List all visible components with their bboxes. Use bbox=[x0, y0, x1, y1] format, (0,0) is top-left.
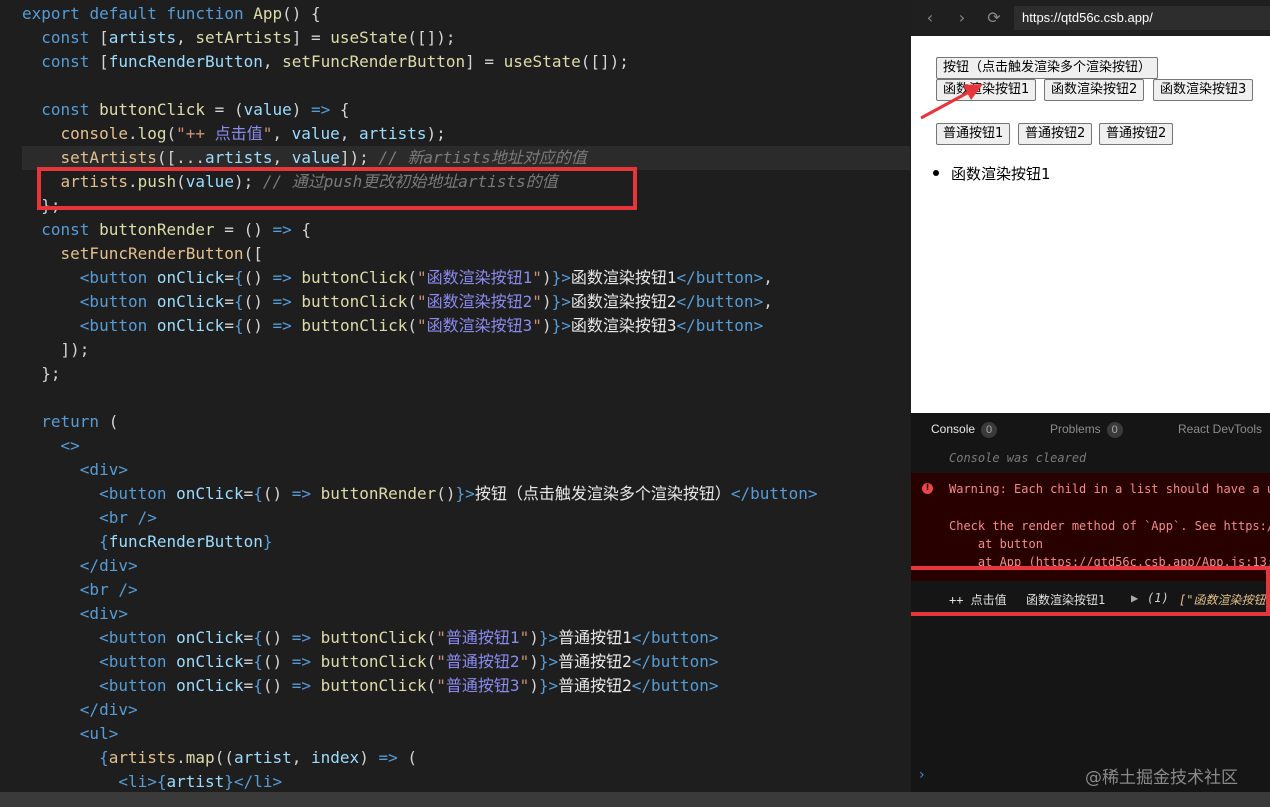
code-line: </div> bbox=[79, 556, 138, 575]
normal-button-2[interactable]: 普通按钮2 bbox=[1018, 123, 1093, 145]
code-line: <button onClick={() => buttonClick("函数渲染… bbox=[79, 316, 764, 335]
code-line: export default function App() { bbox=[22, 4, 321, 23]
tab-problems[interactable]: Problems 0 bbox=[1050, 421, 1123, 438]
code-line: <br /> bbox=[99, 508, 157, 527]
code-line: console.log("++ 点击值", value, artists); bbox=[60, 124, 446, 143]
code-line: <br /> bbox=[79, 580, 138, 599]
normal-button-3[interactable]: 普通按钮2 bbox=[1099, 123, 1174, 145]
code-line: <button onClick={() => buttonRender()}>按… bbox=[99, 484, 818, 503]
code-line: <li>{artist}</li> bbox=[118, 772, 283, 791]
console-panel: Console 0 Problems 0 React DevTools Consol… bbox=[911, 413, 1270, 792]
console-cleared-text: Console was cleared bbox=[949, 451, 1087, 465]
code-line: <button onClick={() => buttonClick("普通按钮… bbox=[99, 628, 719, 647]
preview-pane: ‹ › ⟳ https://qtd56c.csb.app/ 按钮（点击触发渲染多… bbox=[911, 0, 1270, 413]
code-line: </div> bbox=[79, 700, 138, 719]
code-line: {funcRenderButton} bbox=[99, 532, 273, 551]
refresh-icon[interactable]: ⟳ bbox=[985, 9, 1003, 27]
code-line: ]); bbox=[22, 340, 90, 359]
code-line: }; bbox=[22, 364, 61, 383]
func-render-button-2[interactable]: 函数渲染按钮2 bbox=[1044, 79, 1145, 101]
url-bar[interactable]: https://qtd56c.csb.app/ bbox=[1014, 6, 1270, 30]
status-bar bbox=[0, 792, 1270, 807]
code-line: const [artists, setArtists] = useState([… bbox=[41, 28, 456, 47]
back-icon[interactable]: ‹ bbox=[921, 9, 939, 27]
code-line: <button onClick={() => buttonClick("普通按钮… bbox=[99, 652, 719, 671]
code-line: const [funcRenderButton, setFuncRenderBu… bbox=[41, 52, 629, 71]
code-line: <button onClick={() => buttonClick("函数渲染… bbox=[79, 292, 773, 311]
code-line: <> bbox=[60, 436, 80, 455]
tab-react-devtools[interactable]: React DevTools bbox=[1178, 421, 1262, 437]
highlight-box-push-line bbox=[37, 167, 637, 210]
watermark: @稀土掘金技术社区 bbox=[1085, 768, 1238, 788]
console-prompt-icon[interactable]: › bbox=[919, 767, 925, 783]
code-line: <div> bbox=[79, 460, 128, 479]
browser-toolbar: ‹ › ⟳ https://qtd56c.csb.app/ bbox=[911, 0, 1270, 36]
code-line: setFuncRenderButton([ bbox=[60, 244, 263, 263]
code-line: <button onClick={() => buttonClick("普通按钮… bbox=[99, 676, 719, 695]
code-line: <div> bbox=[79, 604, 128, 623]
tab-console[interactable]: Console 0 bbox=[931, 421, 998, 438]
code-line: <ul> bbox=[79, 724, 119, 743]
highlight-box-log-row bbox=[911, 566, 1270, 616]
forward-icon[interactable]: › bbox=[953, 9, 971, 27]
code-line: return ( bbox=[41, 412, 119, 431]
code-editor[interactable]: export default function App() { const [a… bbox=[0, 0, 910, 792]
editor-gutter bbox=[0, 0, 22, 792]
console-warning: ! Warning: Each child in a list should h… bbox=[911, 473, 1270, 581]
red-arrow-icon bbox=[920, 84, 983, 120]
code-line: <button onClick={() => buttonClick("函数渲染… bbox=[79, 268, 773, 287]
code-line: const buttonClick = (value) => { bbox=[41, 100, 350, 119]
code-line: {artists.map((artist, index) => ( bbox=[99, 748, 417, 767]
error-icon: ! bbox=[922, 483, 933, 494]
code-line: const buttonRender = () => { bbox=[41, 220, 311, 239]
func-render-button-3[interactable]: 函数渲染按钮3 bbox=[1153, 79, 1254, 101]
bullet-icon bbox=[933, 170, 939, 176]
